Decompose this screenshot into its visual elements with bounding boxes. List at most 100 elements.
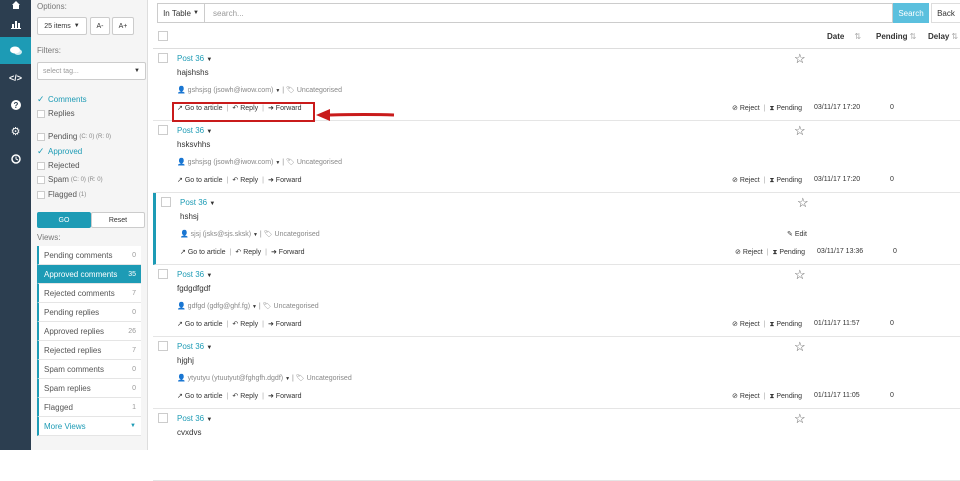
reply-link[interactable]: ↶ Reply (232, 176, 258, 184)
select-all-checkbox[interactable] (158, 31, 168, 41)
author-name[interactable]: ytyutyu (ytuutyut@fghgfh.dgdf) (188, 375, 283, 382)
go-to-article-link[interactable]: ↗ Go to article (177, 320, 223, 328)
view-rejected-comments[interactable]: Rejected comments 7 (37, 284, 141, 303)
post-title-link[interactable]: Post 36 ▼ (177, 342, 212, 351)
pending-link[interactable]: ⧗ Pending (770, 321, 803, 328)
row-checkbox[interactable] (161, 197, 171, 207)
author-name[interactable]: gshsjsg (jsowh@iwow.com) (188, 87, 274, 94)
filter-spam-checkbox[interactable]: Spam (C: 0) (R: 0) (37, 175, 103, 184)
view-rejected-replies[interactable]: Rejected replies 7 (37, 341, 141, 360)
star-icon[interactable]: ☆ (794, 267, 806, 283)
row-checkbox[interactable] (158, 341, 168, 351)
forward-link[interactable]: ➜ Forward (271, 248, 305, 256)
filter-replies-checkbox[interactable]: Replies (37, 109, 75, 118)
reject-link[interactable]: ⊘ Reject (732, 321, 760, 328)
nav-history[interactable] (0, 145, 31, 172)
pending-link[interactable]: ⧗ Pending (773, 249, 806, 256)
caret-down-icon[interactable]: ▼ (252, 304, 257, 310)
row-checkbox[interactable] (158, 413, 168, 423)
reply-link[interactable]: ↶ Reply (235, 248, 261, 256)
category-label[interactable]: Uncategorised (307, 375, 352, 382)
reply-link[interactable]: ↶ Reply (232, 320, 258, 328)
search-button[interactable]: Search (893, 3, 929, 23)
view-spam-replies[interactable]: Spam replies 0 (37, 379, 141, 398)
filter-flagged-checkbox[interactable]: Flagged (1) (37, 190, 86, 199)
reject-link[interactable]: ⊘ Reject (732, 177, 760, 184)
nav-code[interactable]: </> (0, 64, 31, 91)
row-checkbox[interactable] (158, 125, 168, 135)
items-per-page-select[interactable]: 25 items ▼ (37, 17, 87, 35)
pending-link[interactable]: ⧗ Pending (770, 177, 803, 184)
nav-settings[interactable]: ⚙ (0, 118, 31, 145)
more-views-toggle[interactable]: More Views ▼ (37, 417, 141, 436)
post-title-link[interactable]: Post 36 ▼ (177, 126, 212, 135)
post-title-link[interactable]: Post 36 ▼ (177, 414, 212, 423)
reject-link[interactable]: ⊘ Reject (735, 249, 763, 256)
view-approved-replies[interactable]: Approved replies 26 (37, 322, 141, 341)
nav-home[interactable] (0, 0, 31, 10)
star-icon[interactable]: ☆ (794, 51, 806, 67)
author-name[interactable]: sjsj (jsks@sjs.sksk) (191, 231, 251, 238)
category-label[interactable]: Uncategorised (297, 87, 342, 94)
post-title-link[interactable]: Post 36 ▼ (177, 54, 212, 63)
nav-help[interactable]: ? (0, 91, 31, 118)
filter-rejected-checkbox[interactable]: Rejected (37, 161, 80, 170)
date-column-header[interactable]: Date ⇅ (827, 32, 861, 41)
category-label[interactable]: Uncategorised (297, 159, 342, 166)
delay-column-header[interactable]: Delay ⇅ (928, 32, 958, 41)
separator: | (766, 249, 769, 256)
row-checkbox[interactable] (158, 269, 168, 279)
tag-icon: 🏷 (263, 231, 273, 238)
category-label[interactable]: Uncategorised (275, 231, 320, 238)
post-title-link[interactable]: Post 36 ▼ (180, 198, 215, 207)
filter-approved-checkbox[interactable]: ✓ Approved (37, 146, 82, 157)
go-to-article-link[interactable]: ↗ Go to article (177, 392, 223, 400)
view-pending-replies[interactable]: Pending replies 0 (37, 303, 141, 322)
font-increase-button[interactable]: A+ (112, 17, 134, 35)
view-flagged[interactable]: Flagged 1 (37, 398, 141, 417)
search-scope-select[interactable]: In Table ▼ (157, 3, 205, 23)
view-spam-comments[interactable]: Spam comments 0 (37, 360, 141, 379)
caret-down-icon[interactable]: ▼ (285, 376, 290, 382)
nav-comments[interactable] (0, 37, 31, 64)
star-icon[interactable]: ☆ (797, 195, 809, 211)
filter-pending-checkbox[interactable]: Pending (C: 0) (R: 0) (37, 132, 111, 141)
forward-link[interactable]: ➜ Forward (268, 320, 302, 328)
caret-down-icon[interactable]: ▼ (275, 160, 280, 166)
pending-link[interactable]: ⧗ Pending (770, 393, 803, 400)
author-name[interactable]: gshsjsg (jsowh@iwow.com) (188, 159, 274, 166)
tag-select[interactable]: select tag... ▼ (37, 62, 146, 80)
reject-link[interactable]: ⊘ Reject (732, 393, 760, 400)
go-to-article-link[interactable]: ↗ Go to article (180, 248, 226, 256)
sort-icon: ⇅ (909, 32, 917, 41)
arrow-right-icon: ➜ (270, 249, 277, 256)
pending-column-header[interactable]: Pending ⇅ (876, 32, 916, 41)
edit-link[interactable]: ✎ Edit (787, 230, 807, 238)
star-icon[interactable]: ☆ (794, 123, 806, 139)
view-pending-comments[interactable]: Pending comments 0 (37, 246, 141, 265)
star-icon[interactable]: ☆ (794, 411, 806, 427)
post-title-link[interactable]: Post 36 ▼ (177, 270, 212, 279)
author-name[interactable]: gdfgd (gdfg@ghf.fg) (188, 303, 250, 310)
reply-link[interactable]: ↶ Reply (232, 392, 258, 400)
caret-down-icon[interactable]: ▼ (253, 232, 258, 238)
go-button[interactable]: GO (37, 212, 91, 228)
filter-comments-checkbox[interactable]: ✓ Comments (37, 94, 87, 105)
view-approved-comments[interactable]: Approved comments 35 (37, 265, 141, 284)
caret-down-icon[interactable]: ▼ (275, 88, 280, 94)
forward-link[interactable]: ➜ Forward (268, 392, 302, 400)
row-checkbox[interactable] (158, 53, 168, 63)
nav-reports[interactable] (0, 10, 31, 37)
go-to-article-link[interactable]: ↗ Go to article (177, 176, 223, 184)
category-label[interactable]: Uncategorised (274, 303, 319, 310)
font-decrease-button[interactable]: A- (90, 17, 110, 35)
search-input[interactable] (205, 3, 893, 23)
pending-link[interactable]: ⧗ Pending (770, 105, 803, 112)
forward-link[interactable]: ➜ Forward (268, 176, 302, 184)
separator: | (262, 320, 264, 328)
back-button[interactable]: Back (931, 3, 960, 23)
action-label: Reply (240, 177, 259, 184)
star-icon[interactable]: ☆ (794, 339, 806, 355)
reject-link[interactable]: ⊘ Reject (732, 105, 760, 112)
reset-button[interactable]: Reset (91, 212, 145, 228)
